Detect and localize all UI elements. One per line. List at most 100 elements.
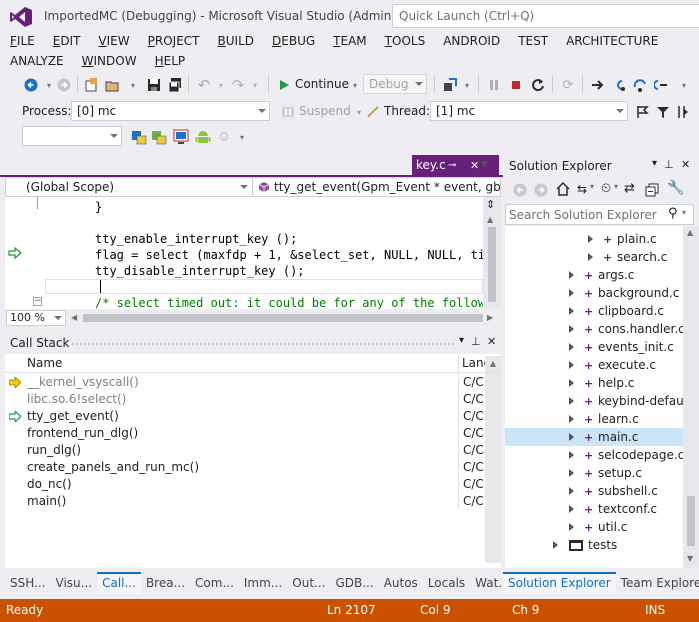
close-tab-icon[interactable]: ✕ [470, 155, 479, 176]
menu-project[interactable]: PROJECT [138, 31, 208, 51]
tool-window-tab[interactable]: Visu... [51, 572, 98, 594]
se-search-dropdown-icon[interactable]: ▾ [682, 208, 686, 217]
continue-button[interactable]: Continue [295, 74, 349, 94]
save-icon[interactable] [145, 76, 163, 94]
tree-file[interactable]: + args.c [505, 266, 683, 284]
zoom-combo[interactable]: 100 % [6, 310, 66, 326]
tree-file[interactable]: + setup.c [505, 464, 683, 482]
tree-file[interactable]: + cons.handler.c [505, 320, 683, 338]
tree-file[interactable]: + main.c [505, 428, 683, 446]
solution-configuration-combo[interactable]: Debug [363, 74, 427, 94]
se-back-icon[interactable] [513, 183, 527, 197]
expand-arrow-icon[interactable] [569, 523, 574, 531]
se-pending-changes-icon[interactable]: ⏲ [601, 181, 611, 196]
tool-window-tab[interactable]: Call... [97, 572, 141, 594]
android-tools-icon[interactable]: ⚙ [215, 128, 233, 146]
menu-architecture[interactable]: ARCHITECTURE [556, 31, 666, 51]
filter-icon[interactable] [654, 103, 672, 121]
menu-build[interactable]: BUILD [208, 31, 262, 51]
call-stack-scroll-up-icon[interactable]: ▲ [485, 356, 501, 372]
tree-file[interactable]: + clipboard.c [505, 302, 683, 320]
redo-icon[interactable]: ↷ [229, 76, 247, 94]
menu-team[interactable]: TEAM [323, 31, 375, 51]
solution-explorer-scrollbar[interactable]: ▲ ▼ [683, 226, 699, 568]
menu-view[interactable]: VIEW [88, 31, 137, 51]
avd-manager-icon[interactable] [150, 128, 168, 146]
menu-analyze[interactable]: ANALYZE [0, 51, 72, 71]
toolbar-overflow-icon[interactable]: ▾ [675, 76, 693, 94]
toggle-thread-flag-icon[interactable] [634, 103, 652, 121]
expand-arrow-icon[interactable] [569, 325, 574, 333]
tree-file[interactable]: + search.c [505, 248, 683, 266]
tree-file[interactable]: + learn.c [505, 410, 683, 428]
tool-window-tab[interactable]: Autos [379, 572, 423, 594]
call-stack-close-icon[interactable]: ✕ [487, 335, 496, 348]
se-properties-icon[interactable]: 🔧 [667, 180, 684, 196]
open-file-icon[interactable] [103, 76, 121, 94]
solution-explorer-search-input[interactable]: Search Solution Explorer (Ctrl ⚲ ▾ [505, 204, 694, 225]
call-stack-dropdown-icon[interactable]: ▾ [459, 335, 464, 346]
se-sync-dropdown-icon[interactable]: ▾ [590, 182, 594, 191]
undo-dropdown-icon[interactable]: ▾ [212, 76, 230, 94]
se-refresh-icon[interactable]: ⇄ [624, 181, 635, 196]
expand-arrow-icon[interactable] [569, 505, 574, 513]
tool-window-tab[interactable]: Imm... [239, 572, 287, 594]
call-stack-scrollbar[interactable] [485, 373, 501, 563]
thread-combo[interactable]: [1] mc [430, 101, 628, 121]
stop-debugging-icon[interactable] [507, 76, 525, 94]
expand-arrow-icon[interactable] [569, 307, 574, 315]
se-forward-icon[interactable] [534, 183, 548, 197]
tree-folder[interactable]: tests [505, 536, 683, 554]
expand-arrow-icon[interactable] [569, 469, 574, 477]
quick-launch-input[interactable]: Quick Launch (Ctrl+Q) [392, 4, 699, 28]
menu-test[interactable]: TEST [508, 31, 556, 51]
apply-code-changes-icon[interactable]: ⟳ [559, 76, 577, 94]
android-icon[interactable] [194, 128, 212, 146]
tool-window-tab[interactable]: Locals [423, 572, 470, 594]
show-next-statement-icon[interactable] [589, 76, 607, 94]
expand-arrow-icon[interactable] [569, 433, 574, 441]
call-stack-row[interactable]: __kernel_vsyscall() C/C+ [5, 374, 501, 391]
call-stack-row[interactable]: main() C/C+ [5, 493, 501, 510]
se-scroll-down-icon[interactable]: ▼ [687, 554, 693, 563]
expand-arrow-icon[interactable] [569, 271, 574, 279]
expand-arrow-icon[interactable] [569, 397, 574, 405]
solution-explorer-tab[interactable]: Team Explorer [616, 572, 699, 594]
sdk-manager-icon[interactable] [130, 128, 148, 146]
menu-window[interactable]: WINDOW [72, 51, 145, 71]
scope-combo[interactable]: (Global Scope) [6, 178, 253, 196]
suspend-button[interactable]: Suspend [299, 101, 351, 121]
device-monitor-icon[interactable] [172, 128, 190, 146]
editor-tab-overflow-icon[interactable]: ▼ [481, 155, 499, 176]
undo-icon[interactable]: ↶ [195, 76, 213, 94]
expand-arrow-icon[interactable] [553, 541, 558, 549]
expand-arrow-icon[interactable] [569, 343, 574, 351]
tool-window-tab[interactable]: Com... [190, 572, 239, 594]
call-stack-row[interactable]: create_panels_and_run_mc() C/C+ [5, 459, 501, 476]
attach-dropdown-icon[interactable]: ▾ [458, 76, 476, 94]
step-into-icon[interactable] [610, 76, 628, 94]
menu-file[interactable]: FILE [0, 31, 43, 51]
menu-debug[interactable]: DEBUG [262, 31, 323, 51]
se-search-icon[interactable]: ⚲ [668, 206, 678, 221]
android-toolbar-overflow-icon[interactable]: ▾ [233, 128, 251, 146]
solution-explorer-dropdown-icon[interactable]: ▾ [652, 158, 657, 169]
tree-file[interactable]: + plain.c [505, 230, 683, 248]
attach-process-icon[interactable] [441, 76, 459, 94]
tree-file[interactable]: + events_init.c [505, 338, 683, 356]
step-out-icon[interactable] [652, 76, 670, 94]
se-scroll-thumb[interactable] [687, 496, 695, 546]
tool-window-tab[interactable]: SSH... [5, 572, 51, 594]
function-combo[interactable]: tty_get_event(Gpm_Event * event, gbool [254, 178, 500, 196]
scroll-left-icon[interactable]: ◀ [71, 313, 77, 322]
se-pending-dropdown-icon[interactable]: ▾ [614, 182, 618, 191]
save-all-icon[interactable] [166, 76, 184, 94]
continue-dropdown-icon[interactable]: ▾ [346, 76, 364, 94]
new-project-icon[interactable] [82, 76, 100, 94]
call-stack-row[interactable]: do_nc() C/C+ [5, 476, 501, 493]
expand-arrow-icon[interactable] [569, 415, 574, 423]
se-collapse-all-icon[interactable] [645, 183, 659, 197]
tree-file[interactable]: + textconf.c [505, 500, 683, 518]
menu-android[interactable]: ANDROID [433, 31, 508, 51]
call-stack-pin-icon[interactable]: ⊥ [471, 335, 481, 348]
